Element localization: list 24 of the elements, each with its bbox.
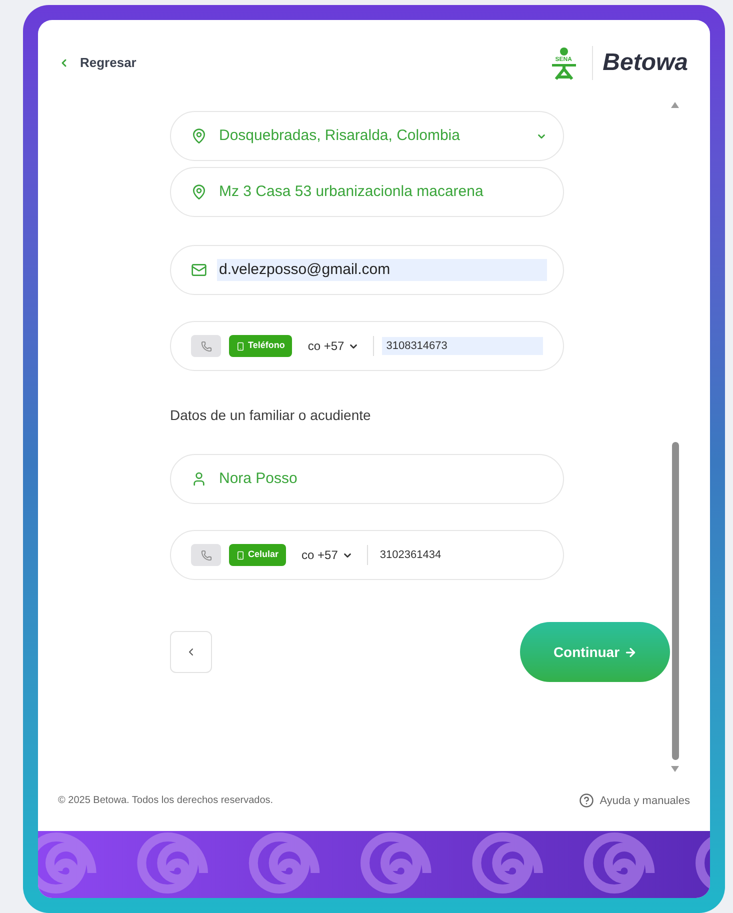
- person-icon: [191, 471, 207, 487]
- brand-name: Betowa: [602, 48, 688, 78]
- phone-icon[interactable]: [191, 544, 221, 566]
- phone-field[interactable]: Celular co +57 3102361434: [170, 530, 564, 580]
- mail-icon: [191, 262, 207, 278]
- location-pin-icon: [191, 184, 207, 200]
- back-link[interactable]: Regresar: [58, 53, 136, 73]
- input-field[interactable]: d.velezposso@gmail.com: [170, 245, 564, 295]
- section-heading: Datos de un familiar o acudiente: [170, 406, 372, 425]
- location-pin-icon: [191, 128, 207, 144]
- help-link[interactable]: Ayuda y manuales: [578, 792, 690, 809]
- phone-icon[interactable]: [191, 335, 221, 357]
- country-code-select[interactable]: co +57: [302, 546, 353, 564]
- scroll-down-arrow-icon[interactable]: [671, 766, 679, 772]
- smartphone-icon: [236, 342, 245, 350]
- phone-number-input[interactable]: 3102361434: [376, 546, 543, 564]
- arrow-right-icon: [624, 646, 637, 658]
- country-code-select[interactable]: co +57: [308, 337, 360, 355]
- copyright-text: © 2025 Betowa. Todos los derechos reservados.: [58, 794, 274, 808]
- smartphone-icon: [236, 550, 245, 560]
- scroll-up-arrow-icon[interactable]: [671, 102, 679, 108]
- phone-number-input[interactable]: 3108314673: [382, 337, 543, 355]
- help-icon: [578, 793, 594, 808]
- phone-field[interactable]: Teléfono co +57 3108314673: [170, 321, 564, 371]
